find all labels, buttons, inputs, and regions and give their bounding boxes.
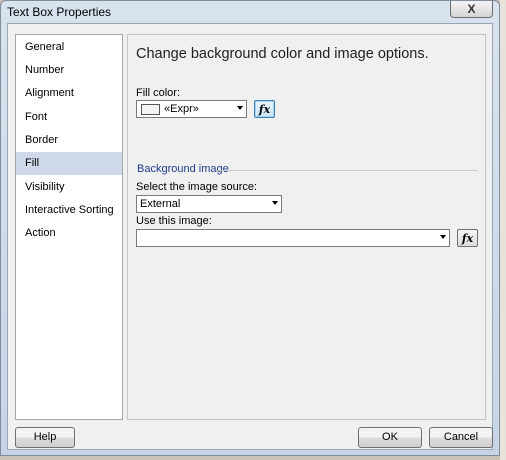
group-divider	[216, 170, 478, 171]
dialog-title: Text Box Properties	[7, 5, 112, 19]
title-bar[interactable]: Text Box Properties X	[1, 1, 499, 23]
fx-icon: fx	[258, 102, 271, 116]
text-box-properties-dialog: Text Box Properties X General Number Ali…	[0, 0, 500, 456]
page-heading: Change background color and image option…	[136, 46, 429, 62]
use-image-dropdown[interactable]	[136, 229, 450, 247]
image-source-value: External	[140, 198, 181, 210]
nav-item-interactive-sorting[interactable]: Interactive Sorting	[16, 199, 122, 222]
fill-color-dropdown[interactable]: «Expr»	[136, 100, 247, 118]
chevron-down-icon	[440, 235, 446, 239]
fill-color-value: «Expr»	[164, 103, 199, 115]
chevron-down-icon	[237, 106, 243, 110]
close-button[interactable]: X	[450, 1, 493, 18]
nav-item-general[interactable]: General	[16, 36, 122, 59]
image-source-label: Select the image source:	[136, 181, 258, 193]
nav-item-border[interactable]: Border	[16, 129, 122, 152]
fx-icon: fx	[461, 231, 474, 245]
chevron-down-icon	[272, 201, 278, 205]
page-navigation-list: General Number Alignment Font Border Fil…	[15, 34, 123, 420]
dialog-client-area: General Number Alignment Font Border Fil…	[7, 23, 493, 450]
image-source-dropdown[interactable]: External	[136, 195, 282, 213]
fill-color-label: Fill color:	[136, 87, 181, 99]
color-swatch	[141, 104, 160, 115]
cancel-button[interactable]: Cancel	[429, 427, 493, 448]
background-image-group-label: Background image	[137, 163, 233, 175]
image-expression-button[interactable]: fx	[457, 229, 478, 247]
nav-item-font[interactable]: Font	[16, 106, 122, 129]
nav-item-action[interactable]: Action	[16, 222, 122, 245]
background-window-edge	[500, 0, 506, 460]
nav-item-fill[interactable]: Fill	[16, 152, 122, 175]
close-icon: X	[467, 2, 476, 16]
nav-item-alignment[interactable]: Alignment	[16, 82, 122, 105]
nav-item-visibility[interactable]: Visibility	[16, 176, 122, 199]
ok-button[interactable]: OK	[358, 427, 422, 448]
use-image-label: Use this image:	[136, 215, 212, 227]
fill-settings-panel: Change background color and image option…	[127, 34, 486, 420]
help-button[interactable]: Help	[15, 427, 75, 448]
nav-item-number[interactable]: Number	[16, 59, 122, 82]
fill-color-expression-button[interactable]: fx	[254, 100, 275, 118]
